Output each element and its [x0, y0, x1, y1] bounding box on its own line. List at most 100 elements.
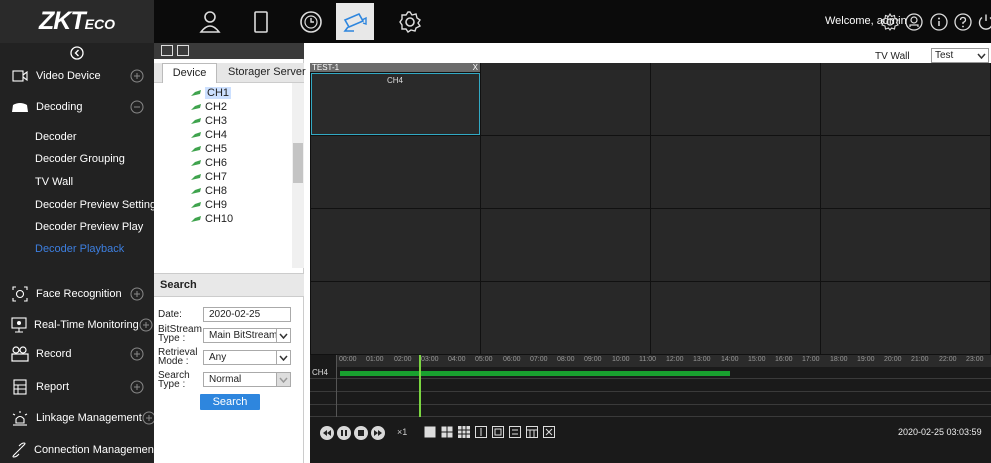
- settings-icon[interactable]: [880, 12, 900, 32]
- pause-button[interactable]: [337, 426, 351, 440]
- sidebar-item-real-time-monitoring[interactable]: Real-Time Monitoring: [0, 314, 154, 336]
- wall-screen-cell[interactable]: [481, 136, 650, 208]
- channel-item-ch3[interactable]: CH3: [190, 115, 227, 127]
- channel-item-ch4[interactable]: CH4: [190, 129, 227, 141]
- layout-2x2-icon[interactable]: [441, 426, 453, 438]
- wall-screen-cell[interactable]: [821, 136, 990, 208]
- wall-screen-cell[interactable]: [651, 63, 820, 135]
- tab-storager-server[interactable]: Storager Server: [228, 63, 306, 83]
- expand-icon[interactable]: [130, 380, 144, 394]
- date-field[interactable]: 2020-02-25: [203, 307, 291, 322]
- scrollbar-thumb[interactable]: [293, 143, 303, 183]
- sidebar-item-decoding[interactable]: Decoding: [0, 96, 154, 118]
- bitstream-select[interactable]: Main BitStream: [203, 328, 291, 343]
- wall-screen-cell[interactable]: [481, 63, 650, 135]
- wall-screen-cell[interactable]: [481, 282, 650, 354]
- sidebar-item-linkage-management[interactable]: Linkage Management: [0, 407, 156, 429]
- channel-label: CH9: [205, 199, 228, 211]
- layout-3x3-icon[interactable]: [458, 426, 470, 438]
- door-icon[interactable]: [245, 6, 277, 38]
- sidebar-item-report[interactable]: Report: [0, 376, 154, 398]
- sidebar-subitem-decoder-preview-play[interactable]: Decoder Preview Play: [0, 221, 154, 233]
- sidebar-subitem-tv-wall[interactable]: TV Wall: [0, 176, 154, 188]
- help-icon[interactable]: [953, 12, 973, 32]
- expand-icon[interactable]: [130, 287, 144, 301]
- sidebar-subitem-decoder-grouping[interactable]: Decoder Grouping: [0, 153, 154, 165]
- user-profile-icon[interactable]: [904, 12, 924, 32]
- timeline-hour-label: 04:00: [448, 356, 466, 363]
- camera-channel-icon: [191, 216, 201, 222]
- sidebar-item-face-recognition[interactable]: Face Recognition: [0, 283, 154, 305]
- search-button[interactable]: Search: [200, 394, 260, 410]
- sidebar-subitem-decoder-playback[interactable]: Decoder Playback: [0, 243, 154, 255]
- layout-custom-2-icon[interactable]: [492, 426, 504, 438]
- sidebar-item-connection-management[interactable]: Connection Management: [0, 439, 171, 461]
- timeline-row[interactable]: [310, 393, 991, 405]
- layout-1x1-icon[interactable]: [424, 426, 436, 438]
- collapse-all-icon[interactable]: [177, 45, 189, 56]
- expand-icon[interactable]: [139, 318, 153, 332]
- fast-forward-button[interactable]: [371, 426, 385, 440]
- channel-item-ch9[interactable]: CH9: [190, 199, 227, 211]
- tv-wall-select[interactable]: Test: [931, 48, 989, 63]
- info-icon[interactable]: [929, 12, 949, 32]
- selected-screen[interactable]: CH4: [311, 73, 480, 135]
- channel-label: CH2: [205, 101, 228, 113]
- collapse-sidebar-icon[interactable]: [70, 46, 84, 60]
- tab-device[interactable]: Device: [162, 63, 217, 83]
- playback-cursor[interactable]: [419, 355, 421, 417]
- person-icon[interactable]: [194, 6, 226, 38]
- channel-item-ch7[interactable]: CH7: [190, 171, 227, 183]
- wall-screen-cell[interactable]: [821, 209, 990, 281]
- channel-item-ch2[interactable]: CH2: [190, 101, 227, 113]
- playback-timeline: 00:00 01:00 02:00 03:00 04:00 05:00 06:00 07:00…: [310, 355, 991, 463]
- sidebar-item-record[interactable]: Record: [0, 343, 154, 365]
- chevron-down-icon: [276, 373, 290, 386]
- layout-custom-3-icon[interactable]: [509, 426, 521, 438]
- channel-item-ch8[interactable]: CH8: [190, 185, 227, 197]
- channel-label: CH1: [205, 87, 232, 99]
- expand-all-icon[interactable]: [161, 45, 173, 56]
- screen-title: TEST-1: [312, 63, 340, 72]
- search-type-select[interactable]: Normal: [203, 372, 291, 387]
- channel-item-ch5[interactable]: CH5: [190, 143, 227, 155]
- close-layout-icon[interactable]: [543, 426, 555, 438]
- timeline-row[interactable]: [310, 405, 991, 417]
- wall-screen-cell[interactable]: [651, 136, 820, 208]
- wall-screen-cell[interactable]: [651, 209, 820, 281]
- recording-segment[interactable]: [340, 371, 730, 376]
- timeline-hour-label: 07:00: [530, 356, 548, 363]
- date-label: Date:: [158, 309, 182, 320]
- collapse-icon[interactable]: [130, 100, 144, 114]
- sidebar-subitem-decoder-preview-settings[interactable]: Decoder Preview Settings: [0, 199, 162, 211]
- wall-screen-cell[interactable]: [311, 136, 480, 208]
- expand-icon[interactable]: [130, 347, 144, 361]
- stop-button[interactable]: [354, 426, 368, 440]
- close-icon[interactable]: X: [473, 63, 478, 72]
- sidebar-item-video-device[interactable]: Video Device: [0, 65, 154, 87]
- screen-title-bar[interactable]: TEST-1 X: [310, 63, 480, 72]
- wall-screen-cell[interactable]: [311, 209, 480, 281]
- wall-screen-cell[interactable]: [821, 63, 990, 135]
- camera-icon[interactable]: [336, 3, 374, 40]
- clock-icon[interactable]: [295, 6, 327, 38]
- camera-channel-icon: [191, 146, 201, 152]
- channel-list-scrollbar[interactable]: [292, 83, 304, 268]
- sidebar-subitem-decoder[interactable]: Decoder: [0, 131, 154, 143]
- channel-item-ch1[interactable]: CH1: [190, 87, 232, 99]
- power-icon[interactable]: [976, 12, 991, 32]
- wall-screen-cell[interactable]: [481, 209, 650, 281]
- layout-custom-1-icon[interactable]: [475, 426, 487, 438]
- wall-screen-cell[interactable]: [311, 282, 480, 354]
- retrieval-mode-select[interactable]: Any: [203, 350, 291, 365]
- wall-screen-cell[interactable]: [651, 282, 820, 354]
- expand-icon[interactable]: [130, 69, 144, 83]
- settings-gear-icon[interactable]: [394, 6, 426, 38]
- timeline-row[interactable]: [310, 380, 991, 392]
- rewind-button[interactable]: [320, 426, 334, 440]
- layout-custom-4-icon[interactable]: [526, 426, 538, 438]
- wall-screen-cell[interactable]: [821, 282, 990, 354]
- sidebar-item-label: Report: [36, 381, 70, 393]
- channel-item-ch10[interactable]: CH10: [190, 213, 233, 225]
- channel-item-ch6[interactable]: CH6: [190, 157, 227, 169]
